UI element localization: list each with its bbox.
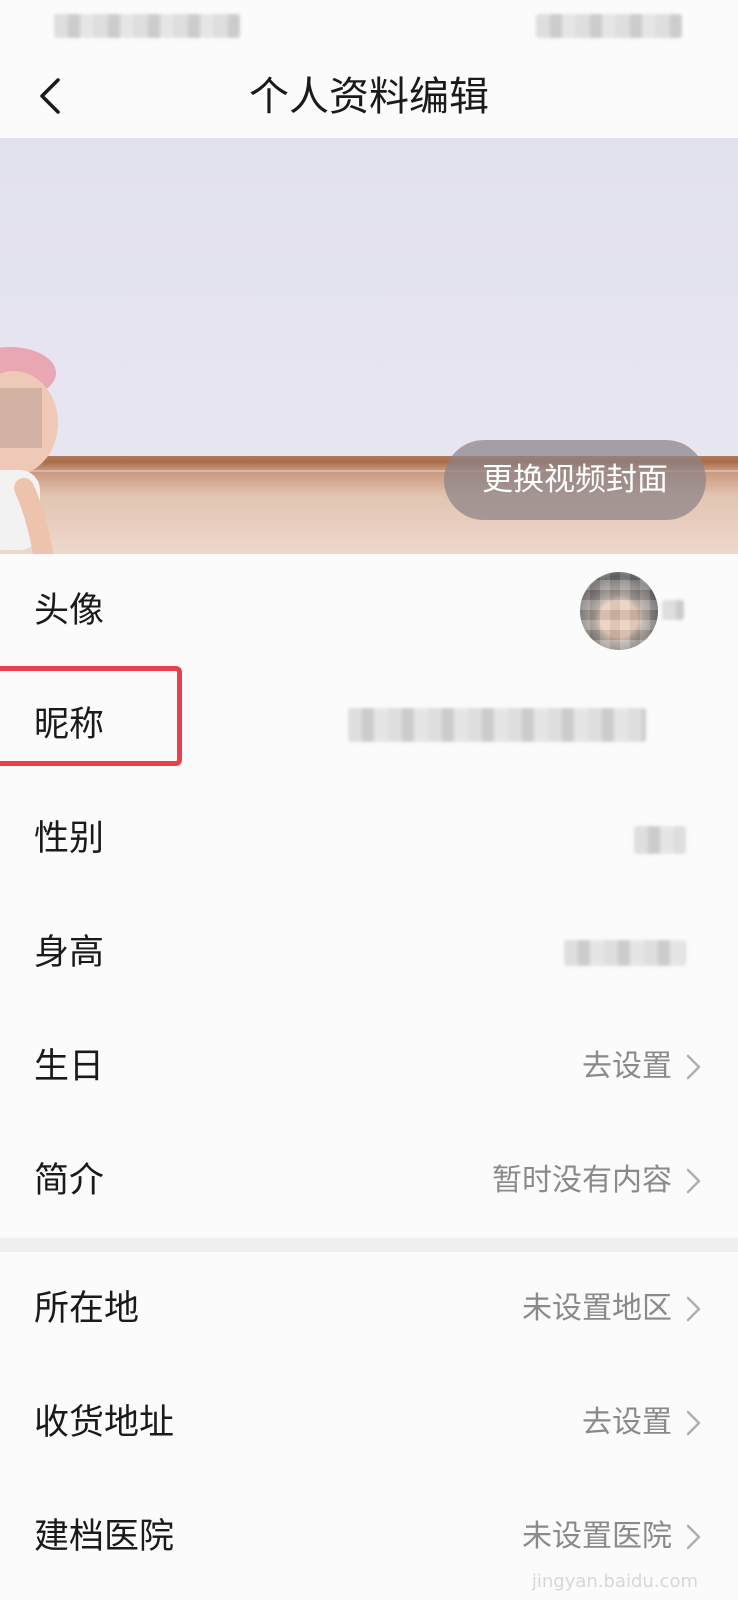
row-value: 未设置地区 <box>522 1291 672 1326</box>
row-label: 性别 <box>34 819 105 859</box>
row-label: 所在地 <box>34 1289 140 1329</box>
nickname-value-redacted <box>348 708 646 742</box>
row-address[interactable]: 收货地址 去设置 <box>0 1366 738 1480</box>
page-title: 个人资料编辑 <box>249 74 489 120</box>
row-label: 身高 <box>34 933 105 973</box>
row-gender[interactable]: 性别 <box>0 782 738 896</box>
gender-value-redacted <box>634 826 686 854</box>
cover-video: 更换视频封面 <box>0 138 738 554</box>
nav-bar: 个人资料编辑 <box>0 56 738 138</box>
status-left-redacted <box>54 14 240 38</box>
avatar-blur-redacted <box>662 600 684 620</box>
height-value-redacted <box>564 940 686 966</box>
row-label: 收货地址 <box>34 1403 175 1443</box>
row-label: 建档医院 <box>34 1517 175 1557</box>
chevron-right-icon <box>686 1168 701 1194</box>
row-value: 暂时没有内容 <box>492 1163 672 1198</box>
row-location[interactable]: 所在地 未设置地区 <box>0 1252 738 1366</box>
row-height[interactable]: 身高 <box>0 896 738 1010</box>
watermark: jingyan.baidu.com <box>531 1571 698 1592</box>
chevron-right-icon <box>686 1296 701 1322</box>
row-label: 昵称 <box>34 705 105 745</box>
row-nickname[interactable]: 昵称 <box>0 668 738 782</box>
row-label: 头像 <box>34 591 105 631</box>
change-cover-button[interactable]: 更换视频封面 <box>444 440 706 520</box>
profile-list: 头像 昵称 性别 身高 生日 去设置 简介 暂时没有内容 所在地 未设置地区 收… <box>0 554 738 1594</box>
status-bar <box>0 0 738 56</box>
row-intro[interactable]: 简介 暂时没有内容 <box>0 1124 738 1238</box>
row-value: 去设置 <box>582 1049 672 1084</box>
row-label: 生日 <box>34 1047 105 1087</box>
row-label: 简介 <box>34 1161 105 1201</box>
chevron-right-icon <box>686 1054 701 1080</box>
chevron-right-icon <box>686 1410 701 1436</box>
section-divider <box>0 1238 738 1252</box>
row-birthday[interactable]: 生日 去设置 <box>0 1010 738 1124</box>
cover-photo-subject <box>0 347 58 554</box>
chevron-right-icon <box>686 1524 701 1550</box>
status-right-redacted <box>536 14 682 38</box>
row-avatar[interactable]: 头像 <box>0 554 738 668</box>
avatar[interactable] <box>580 572 658 650</box>
row-value: 去设置 <box>582 1405 672 1440</box>
